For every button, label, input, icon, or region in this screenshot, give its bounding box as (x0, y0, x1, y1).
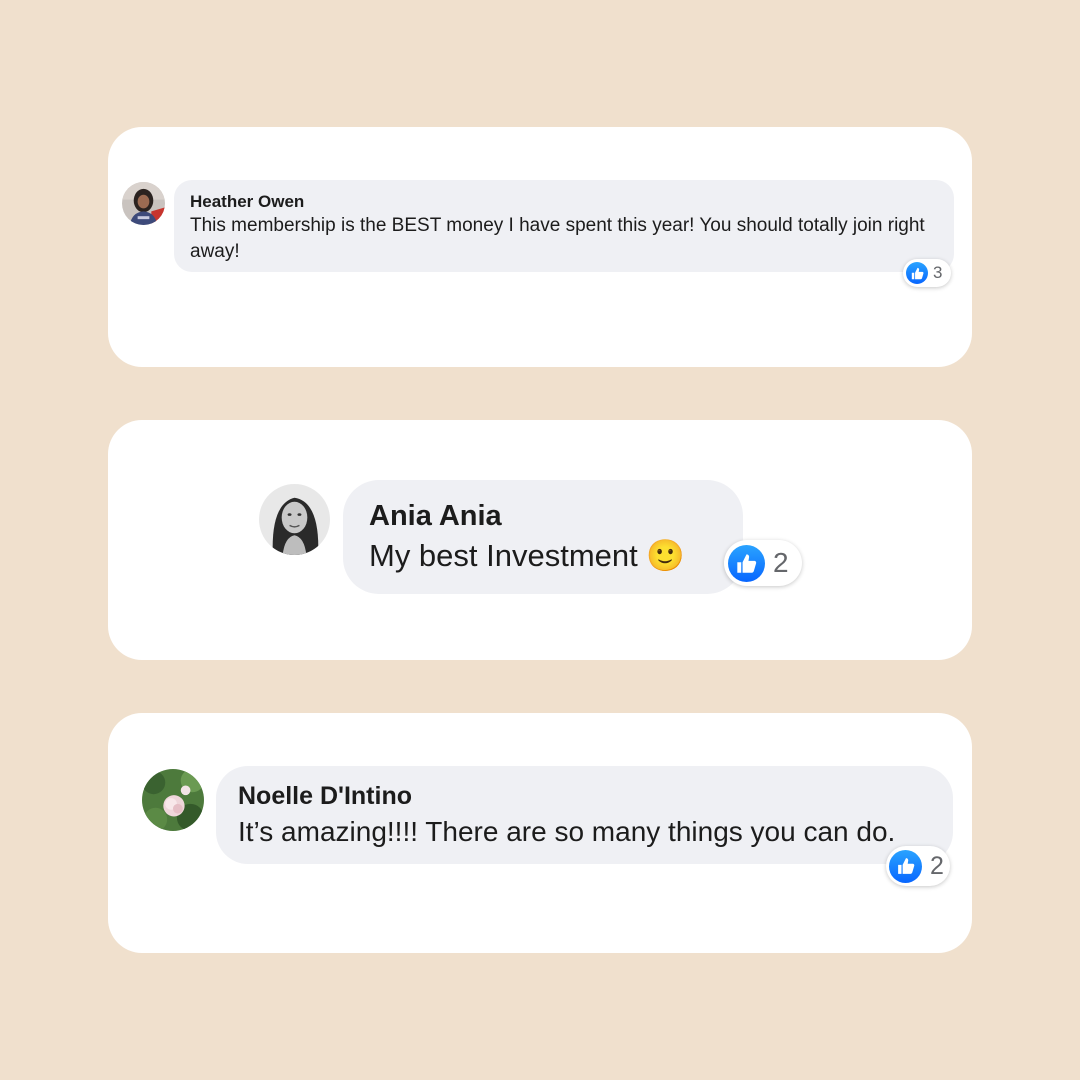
thumbs-up-icon (906, 262, 928, 284)
comment-author[interactable]: Noelle D'Intino (238, 780, 931, 812)
avatar-photo (259, 484, 330, 555)
reaction-badge[interactable]: 2 (886, 846, 950, 886)
comment-bubble: Heather Owen This membership is the BEST… (174, 180, 954, 272)
avatar-photo (142, 769, 204, 831)
thumbs-up-icon (889, 849, 922, 883)
thumbs-up-icon (728, 544, 765, 582)
avatar[interactable] (259, 484, 330, 555)
comment-card: Heather Owen This membership is the BEST… (108, 127, 972, 367)
reaction-badge[interactable]: 2 (724, 540, 802, 586)
smiley-emoji: 🙂 (646, 538, 686, 573)
comment-text: It’s amazing!!!! There are so many thing… (238, 816, 896, 847)
comment-text-body: My best Investment (369, 538, 638, 573)
reaction-count: 3 (933, 263, 943, 282)
comment-author[interactable]: Ania Ania (369, 498, 717, 534)
comment-author[interactable]: Heather Owen (190, 191, 938, 213)
comment-card: Ania Ania My best Investment 🙂 2 (108, 420, 972, 660)
comment-text: This membership is the BEST money I have… (190, 215, 925, 262)
avatar-photo (122, 182, 165, 225)
avatar[interactable] (122, 182, 165, 225)
avatar[interactable] (142, 769, 204, 831)
comment-bubble: Ania Ania My best Investment 🙂 (343, 480, 743, 594)
reaction-badge[interactable]: 3 (903, 259, 951, 287)
comment-card: Noelle D'Intino It’s amazing!!!! There a… (108, 713, 972, 953)
comment-text: My best Investment 🙂 (369, 534, 717, 578)
reaction-count: 2 (773, 547, 789, 578)
comment-bubble: Noelle D'Intino It’s amazing!!!! There a… (216, 766, 953, 864)
reaction-count: 2 (930, 851, 944, 880)
